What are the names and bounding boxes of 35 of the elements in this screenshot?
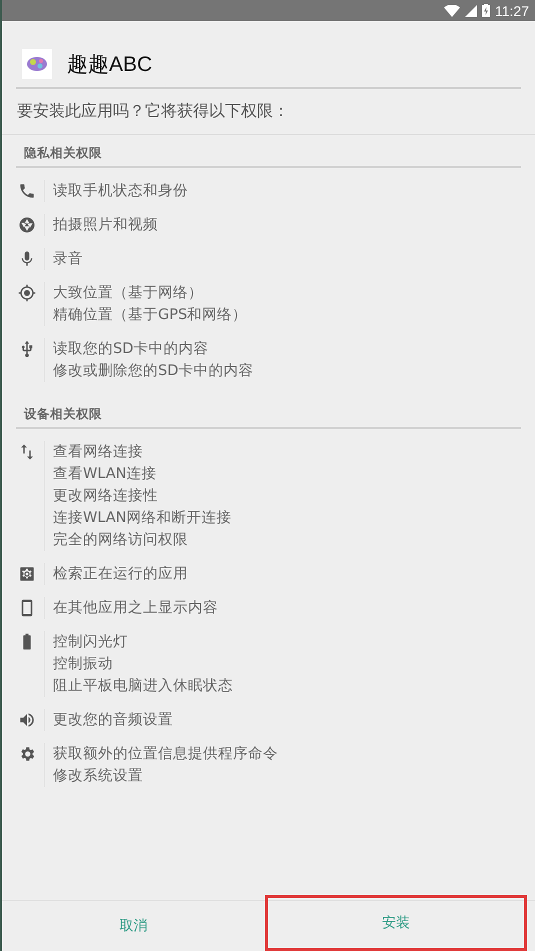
- wifi-icon: [444, 4, 460, 16]
- permission-text: 拍摄照片和视频: [53, 216, 158, 235]
- permission-text: 控制振动: [53, 655, 114, 674]
- section-title: 隐私相关权限: [23, 144, 103, 162]
- status-time: 11:27: [495, 2, 529, 18]
- permission-text: 修改或删除您的SD卡中的内容: [53, 362, 254, 381]
- permission-text: 大致位置（基于网络）: [53, 284, 204, 303]
- speaker-icon: [18, 711, 36, 729]
- permission-text: 在其他应用之上显示内容: [53, 598, 218, 618]
- battery-charging-icon: [482, 4, 490, 17]
- permission-text: 查看网络连接: [53, 443, 144, 462]
- permission-text: 控制闪光灯: [53, 633, 129, 652]
- install-prompt: 要安装此应用吗？它将获得以下权限：: [16, 100, 290, 122]
- section-title: 设备相关权限: [22, 405, 103, 423]
- permission-text: 检索正在运行的应用: [53, 564, 188, 584]
- permission-text: 录音: [53, 250, 83, 269]
- app-name: 趣趣ABC: [67, 52, 152, 78]
- signal-icon: [465, 4, 477, 16]
- cancel-button[interactable]: 取消: [2, 901, 264, 951]
- permission-text: 阻止平板电脑进入休眠状态: [53, 677, 233, 696]
- phone-icon: [18, 182, 36, 200]
- permission-text: 更改您的音频设置: [53, 710, 173, 730]
- permission-text: 连接WLAN网络和断开连接: [53, 509, 232, 528]
- permission-text: 精确位置（基于GPS和网络）: [53, 306, 248, 325]
- permission-text: 读取您的SD卡中的内容: [53, 340, 210, 359]
- gear-box-icon: [18, 565, 36, 583]
- crosshair-icon: [18, 284, 36, 302]
- permission-text: 更改网络连接性: [53, 487, 159, 506]
- install-button[interactable]: 安装: [264, 895, 527, 951]
- permission-text: 修改系统设置: [53, 767, 144, 786]
- permission-text: 读取手机状态和身份: [53, 182, 188, 201]
- permission-text: 完全的网络访问权限: [53, 530, 189, 550]
- permission-text: 查看WLAN连接: [53, 465, 158, 484]
- permission-text: 获取额外的位置信息提供程序命令: [53, 744, 278, 764]
- aperture-icon: [18, 216, 36, 234]
